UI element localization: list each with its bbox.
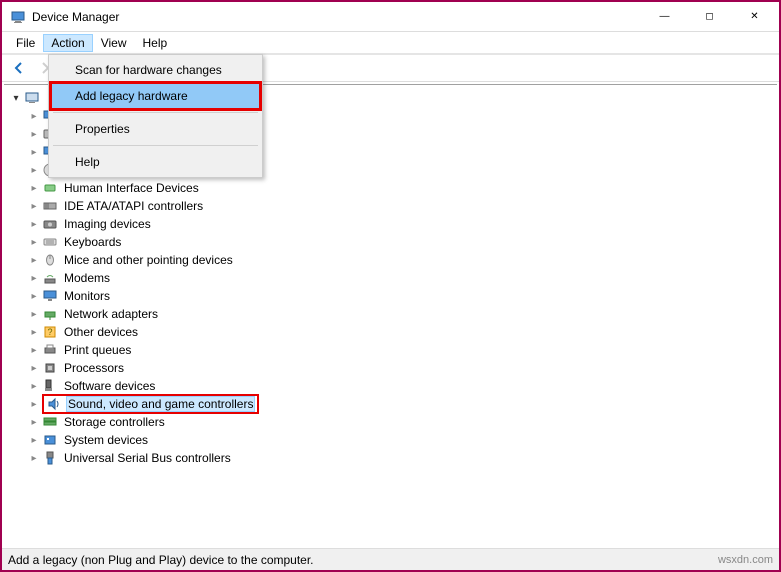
dropdown-separator [53, 112, 258, 113]
tree-node[interactable]: ▸ Imaging devices [10, 215, 777, 233]
tree-node[interactable]: ▸ Modems [10, 269, 777, 287]
tree-node-label[interactable]: Print queues [62, 342, 133, 358]
tree-node[interactable]: ▸? Other devices [10, 323, 777, 341]
computer-icon [24, 90, 40, 106]
tree-node-label[interactable]: Software devices [62, 378, 157, 394]
statusbar: Add a legacy (non Plug and Play) device … [2, 548, 779, 570]
tree-node[interactable]: ▸ Sound, video and game controllers [10, 395, 777, 413]
back-button[interactable] [8, 57, 30, 79]
expander-icon[interactable]: ▸ [28, 236, 40, 248]
svg-text:?: ? [47, 327, 52, 337]
other-icon: ? [42, 324, 58, 340]
tree-node-label[interactable]: Storage controllers [62, 414, 167, 430]
watermark: wsxdn.com [718, 554, 773, 566]
window-controls: — ◻ ✕ [642, 3, 777, 31]
menu-file[interactable]: File [8, 34, 43, 52]
tree-node-label[interactable]: System devices [62, 432, 150, 448]
tree-node-label[interactable]: Network adapters [62, 306, 160, 322]
system-icon [42, 432, 58, 448]
tree-node-label[interactable]: Monitors [62, 288, 112, 304]
maximize-button[interactable]: ◻ [687, 3, 732, 31]
menu-properties[interactable]: Properties [51, 116, 260, 142]
tree-node-label[interactable]: Imaging devices [62, 216, 153, 232]
tree-node-label[interactable]: Processors [62, 360, 126, 376]
tree-node-label[interactable]: Sound, video and game controllers [66, 396, 255, 412]
menu-help[interactable]: Help [135, 34, 176, 52]
keyboard-icon [42, 234, 58, 250]
cpu-icon [42, 360, 58, 376]
tree-node[interactable]: ▸ Software devices [10, 377, 777, 395]
camera-icon [42, 216, 58, 232]
tree-node[interactable]: ▸ Storage controllers [10, 413, 777, 431]
tree-node[interactable]: ▸ Mice and other pointing devices [10, 251, 777, 269]
network-icon [42, 306, 58, 322]
expander-icon[interactable]: ▸ [28, 380, 40, 392]
tree-node-label[interactable]: Modems [62, 270, 112, 286]
expander-icon[interactable]: ▸ [28, 146, 40, 158]
app-icon [10, 9, 26, 25]
expander-icon[interactable]: ▸ [28, 416, 40, 428]
tree-node-label[interactable]: Human Interface Devices [62, 180, 201, 196]
expander-icon[interactable]: ▸ [28, 200, 40, 212]
menu-action[interactable]: Action [43, 34, 92, 52]
menu-add-legacy-hardware[interactable]: Add legacy hardware [51, 83, 260, 109]
tree-node-label[interactable]: IDE ATA/ATAPI controllers [62, 198, 205, 214]
window-title: Device Manager [32, 10, 642, 24]
software-icon [42, 378, 58, 394]
expander-icon[interactable]: ▸ [28, 344, 40, 356]
menu-help-item[interactable]: Help [51, 149, 260, 175]
expander-icon[interactable]: ▸ [28, 398, 40, 410]
printer-icon [42, 342, 58, 358]
monitor-icon [42, 288, 58, 304]
expander-icon[interactable]: ▸ [28, 434, 40, 446]
status-text: Add a legacy (non Plug and Play) device … [8, 553, 314, 567]
expander-icon[interactable]: ▸ [28, 218, 40, 230]
tree-node[interactable]: ▸ Human Interface Devices [10, 179, 777, 197]
menubar: File Action View Help [2, 32, 779, 54]
action-dropdown: Scan for hardware changes Add legacy har… [48, 54, 263, 178]
titlebar: Device Manager — ◻ ✕ [2, 2, 779, 32]
menu-scan-hardware[interactable]: Scan for hardware changes [51, 57, 260, 83]
hid-icon [42, 180, 58, 196]
minimize-button[interactable]: — [642, 3, 687, 31]
usb-icon [42, 450, 58, 466]
tree-node[interactable]: ▸ Universal Serial Bus controllers [10, 449, 777, 467]
close-button[interactable]: ✕ [732, 3, 777, 31]
expander-icon[interactable]: ▸ [28, 362, 40, 374]
dropdown-separator [53, 145, 258, 146]
expander-icon[interactable]: ▸ [28, 164, 40, 176]
tree-node-label[interactable]: Keyboards [62, 234, 123, 250]
tree-node[interactable]: ▸ Processors [10, 359, 777, 377]
expander-icon[interactable]: ▾ [10, 92, 22, 104]
sound-icon [46, 396, 62, 412]
expander-icon[interactable]: ▸ [28, 128, 40, 140]
tree-node[interactable]: ▸ System devices [10, 431, 777, 449]
expander-icon[interactable]: ▸ [28, 290, 40, 302]
tree-node-label[interactable]: Mice and other pointing devices [62, 252, 235, 268]
tree-node[interactable]: ▸ Keyboards [10, 233, 777, 251]
tree-node[interactable]: ▸ Network adapters [10, 305, 777, 323]
storage-icon [42, 414, 58, 430]
tree-node[interactable]: ▸ Monitors [10, 287, 777, 305]
expander-icon[interactable]: ▸ [28, 452, 40, 464]
mouse-icon [42, 252, 58, 268]
tree-node[interactable]: ▸ IDE ATA/ATAPI controllers [10, 197, 777, 215]
expander-icon[interactable]: ▸ [28, 272, 40, 284]
expander-icon[interactable]: ▸ [28, 110, 40, 122]
tree-node-label[interactable]: Universal Serial Bus controllers [62, 450, 233, 466]
expander-icon[interactable]: ▸ [28, 326, 40, 338]
tree-node-label[interactable]: Other devices [62, 324, 140, 340]
ide-icon [42, 198, 58, 214]
expander-icon[interactable]: ▸ [28, 308, 40, 320]
menu-view[interactable]: View [93, 34, 135, 52]
modem-icon [42, 270, 58, 286]
highlight-box: Sound, video and game controllers [42, 394, 259, 414]
tree-node[interactable]: ▸ Print queues [10, 341, 777, 359]
expander-icon[interactable]: ▸ [28, 182, 40, 194]
expander-icon[interactable]: ▸ [28, 254, 40, 266]
